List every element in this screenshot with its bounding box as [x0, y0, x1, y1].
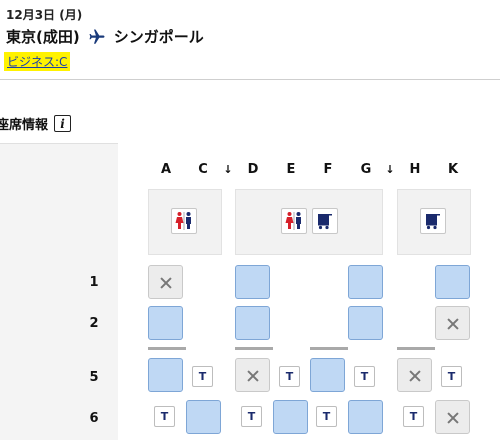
facility-block-center [235, 189, 383, 255]
seat-1a[interactable] [148, 265, 183, 299]
lavatory-icon [171, 208, 197, 234]
destination-label: シンガポール [113, 28, 204, 46]
aisle-arrow-icon: ↓ [223, 163, 233, 176]
seat-info-heading: 座席情報 i [0, 114, 72, 133]
seat-6g[interactable] [348, 400, 383, 434]
seat-1d[interactable] [235, 265, 270, 299]
column-label-d: D [247, 162, 259, 177]
table-marker: T [403, 406, 424, 427]
column-label-a: A [160, 162, 172, 177]
seat-2k[interactable] [435, 306, 470, 340]
flight-date: 12月3日 (月) [6, 8, 83, 22]
row-separator [310, 347, 348, 350]
seat-info-title: 座席情報 [0, 118, 49, 133]
airplane-icon [89, 29, 105, 44]
row-label-6: 6 [89, 411, 99, 426]
column-label-g: G [360, 162, 372, 177]
table-marker: T [241, 406, 262, 427]
table-marker: T [279, 366, 300, 387]
column-label-f: F [323, 162, 333, 177]
seat-2a[interactable] [148, 306, 183, 340]
header-divider [0, 79, 500, 80]
galley-icon [420, 208, 446, 234]
lavatory-icon [281, 208, 307, 234]
table-marker: T [192, 366, 213, 387]
column-label-k: K [447, 162, 459, 177]
table-marker: T [441, 366, 462, 387]
origin-label: 東京(成田) [6, 28, 80, 46]
seat-1g[interactable] [348, 265, 383, 299]
seat-2d[interactable] [235, 306, 270, 340]
info-icon[interactable]: i [54, 115, 72, 132]
column-label-h: H [409, 162, 421, 177]
galley-icon [312, 208, 338, 234]
seat-5a[interactable] [148, 358, 183, 392]
seat-5f[interactable] [310, 358, 345, 392]
seat-6c[interactable] [186, 400, 221, 434]
flight-route: 東京(成田) シンガポール [6, 26, 204, 47]
row-label-1: 1 [89, 275, 99, 290]
row-separator [397, 347, 435, 350]
seat-2g[interactable] [348, 306, 383, 340]
seat-6e[interactable] [273, 400, 308, 434]
row-label-panel [0, 143, 118, 440]
seat-1k[interactable] [435, 265, 470, 299]
row-separator [148, 347, 186, 350]
column-label-e: E [286, 162, 296, 177]
seat-6k[interactable] [435, 400, 470, 434]
column-label-c: C [198, 162, 208, 177]
table-marker: T [354, 366, 375, 387]
table-marker: T [154, 406, 175, 427]
row-label-5: 5 [89, 370, 99, 385]
seat-5d[interactable] [235, 358, 270, 392]
aisle-arrow-icon: ↓ [385, 163, 395, 176]
row-label-2: 2 [89, 316, 99, 331]
seat-5h[interactable] [397, 358, 432, 392]
table-marker: T [316, 406, 337, 427]
row-separator [235, 347, 273, 350]
cabin-class-link[interactable]: ビジネス:C [4, 52, 71, 71]
